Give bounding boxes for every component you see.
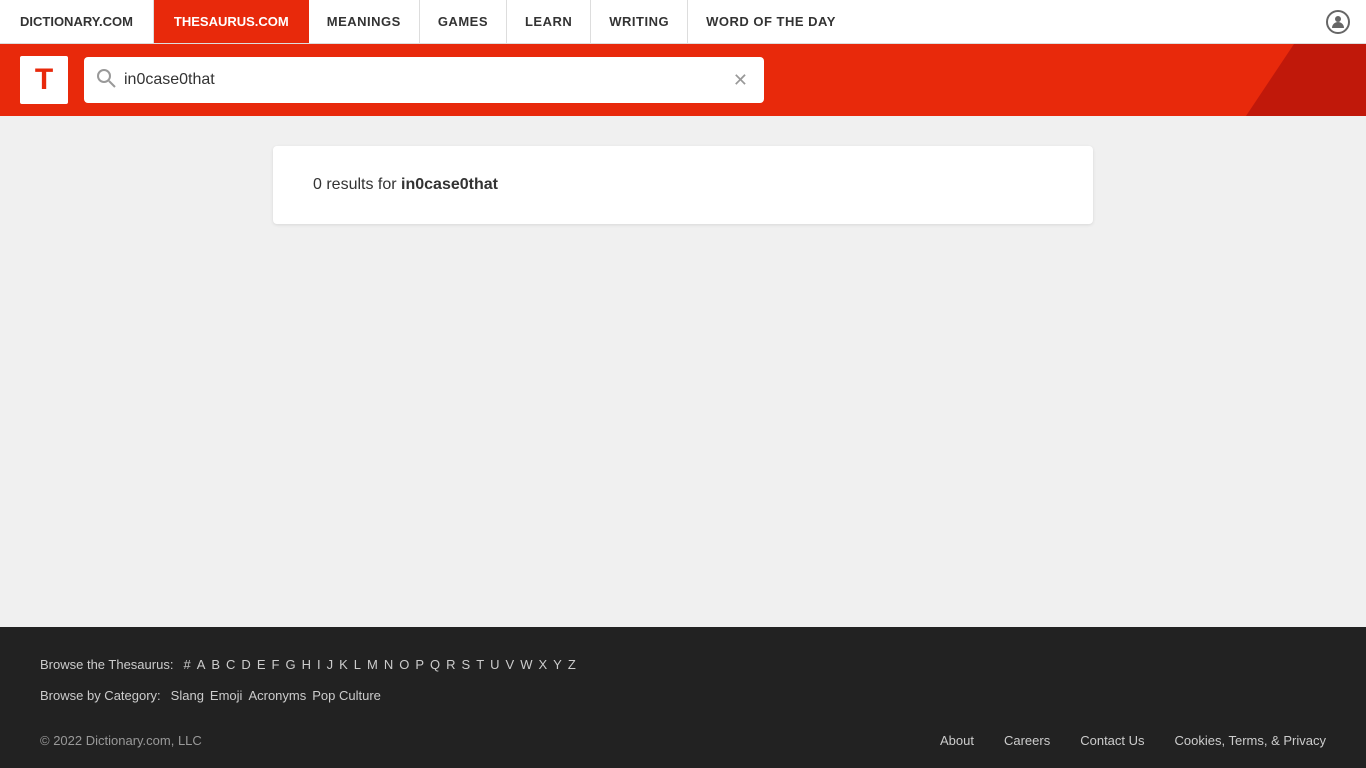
copyright-text: © 2022 Dictionary.com, LLC (40, 733, 202, 748)
footer-letter-l[interactable]: L (354, 657, 361, 672)
results-message: 0 results for in0case0that (313, 176, 1053, 194)
site-logo[interactable]: T (20, 56, 68, 104)
search-header: T ✕ (0, 44, 1366, 116)
thesaurus-nav-link[interactable]: THESAURUS.COM (154, 0, 309, 43)
footer-letter-a[interactable]: A (197, 657, 206, 672)
top-navigation: DICTIONARY.COM THESAURUS.COM MEANINGS GA… (0, 0, 1366, 44)
browse-thesaurus-section: Browse the Thesaurus: # A B C D E F G H … (40, 657, 1326, 672)
footer-letter-e[interactable]: E (257, 657, 266, 672)
header-accent (1246, 44, 1366, 116)
main-content: 0 results for in0case0that (0, 116, 1366, 627)
footer-letter-s[interactable]: S (462, 657, 471, 672)
footer-letter-j[interactable]: J (327, 657, 334, 672)
user-account-button[interactable] (1310, 0, 1366, 43)
footer-cat-pop-culture[interactable]: Pop Culture (312, 688, 381, 703)
footer-letter-d[interactable]: D (241, 657, 250, 672)
footer-legal-links: About Careers Contact Us Cookies, Terms,… (940, 733, 1326, 748)
footer-letter-h[interactable]: H (302, 657, 311, 672)
site-footer: Browse the Thesaurus: # A B C D E F G H … (0, 627, 1366, 768)
footer-letter-v[interactable]: V (506, 657, 515, 672)
footer-letter-p[interactable]: P (415, 657, 424, 672)
footer-letter-q[interactable]: Q (430, 657, 440, 672)
results-card: 0 results for in0case0that (273, 146, 1093, 224)
footer-letter-hash[interactable]: # (183, 657, 190, 672)
footer-letter-w[interactable]: W (520, 657, 532, 672)
user-avatar-icon (1326, 10, 1350, 34)
nav-meanings[interactable]: MEANINGS (309, 0, 420, 43)
nav-word-of-the-day[interactable]: WORD OF THE DAY (688, 0, 854, 43)
footer-letter-z[interactable]: Z (568, 657, 576, 672)
nav-writing[interactable]: WRITING (591, 0, 688, 43)
search-clear-button[interactable]: ✕ (729, 66, 752, 95)
footer-letter-g[interactable]: G (285, 657, 295, 672)
footer-letter-k[interactable]: K (339, 657, 348, 672)
footer-letter-t[interactable]: T (476, 657, 484, 672)
browse-category-section: Browse by Category: Slang Emoji Acronyms… (40, 688, 1326, 703)
footer-letter-n[interactable]: N (384, 657, 393, 672)
nav-games[interactable]: GAMES (420, 0, 507, 43)
results-count-text: 0 results for (313, 176, 401, 193)
footer-letter-c[interactable]: C (226, 657, 235, 672)
footer-cat-slang[interactable]: Slang (171, 688, 204, 703)
search-icon (96, 68, 116, 93)
footer-cat-acronyms[interactable]: Acronyms (248, 688, 306, 703)
footer-letter-x[interactable]: X (539, 657, 548, 672)
footer-bottom-bar: © 2022 Dictionary.com, LLC About Careers… (40, 733, 1326, 748)
footer-letter-b[interactable]: B (211, 657, 220, 672)
dictionary-nav-link[interactable]: DICTIONARY.COM (0, 0, 154, 43)
footer-letter-y[interactable]: Y (553, 657, 562, 672)
footer-contact-link[interactable]: Contact Us (1080, 733, 1144, 748)
footer-careers-link[interactable]: Careers (1004, 733, 1050, 748)
footer-letter-u[interactable]: U (490, 657, 499, 672)
results-query-word: in0case0that (401, 176, 498, 193)
footer-letter-f[interactable]: F (271, 657, 279, 672)
footer-letter-r[interactable]: R (446, 657, 455, 672)
footer-cat-emoji[interactable]: Emoji (210, 688, 243, 703)
footer-letter-o[interactable]: O (399, 657, 409, 672)
search-box-container: ✕ (84, 57, 764, 103)
nav-learn[interactable]: LEARN (507, 0, 591, 43)
browse-category-label: Browse by Category: (40, 688, 161, 703)
browse-thesaurus-label: Browse the Thesaurus: (40, 657, 173, 672)
footer-cookies-link[interactable]: Cookies, Terms, & Privacy (1175, 733, 1326, 748)
footer-letter-i[interactable]: I (317, 657, 321, 672)
search-input[interactable] (124, 71, 729, 89)
footer-letter-m[interactable]: M (367, 657, 378, 672)
footer-about-link[interactable]: About (940, 733, 974, 748)
nav-links-container: MEANINGS GAMES LEARN WRITING WORD OF THE… (309, 0, 1310, 43)
